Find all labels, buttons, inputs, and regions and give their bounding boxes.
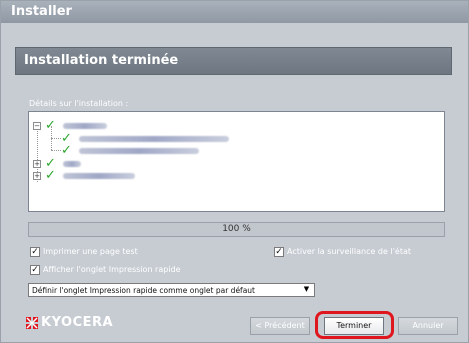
check-icon: ✓	[45, 168, 56, 183]
blurred-item-label	[79, 148, 199, 154]
progress-text: 100 %	[222, 224, 251, 234]
page-title: Installation terminée	[24, 53, 179, 68]
previous-button[interactable]: < Précédent	[250, 317, 310, 335]
chevron-down-icon[interactable]: ▼	[301, 285, 312, 295]
expander-plus-icon[interactable]: +	[33, 172, 41, 180]
installation-details-tree[interactable]: − ✓ ✓ ✓ + ✓ + ✓	[28, 111, 445, 212]
cancel-button[interactable]: Annuler	[398, 317, 458, 335]
kyocera-mark-icon	[26, 317, 38, 329]
installer-window: Installer Installation terminée Détails …	[0, 0, 469, 343]
header-panel: Installation terminée	[15, 47, 452, 75]
title-bar: Installer	[1, 1, 468, 23]
expander-minus-icon[interactable]: −	[33, 122, 41, 130]
check-icon: ✓	[45, 118, 56, 133]
print-test-page-checkbox[interactable]: ✓	[30, 247, 40, 257]
expander-plus-icon[interactable]: +	[33, 160, 41, 168]
activate-monitoring-label: Activer la surveillance de l'état	[287, 247, 411, 256]
blurred-item-label	[63, 161, 81, 167]
check-icon: ✓	[61, 143, 72, 158]
details-label: Détails sur l'installation :	[29, 99, 129, 108]
blurred-item-label	[79, 136, 229, 142]
logo-text: KYOCERA	[41, 315, 114, 330]
window-title: Installer	[11, 4, 72, 19]
activate-monitoring-checkbox[interactable]: ✓	[274, 247, 284, 257]
print-test-page-label: Imprimer une page test	[43, 247, 138, 256]
tree-item[interactable]: + ✓	[33, 156, 233, 171]
tree-item[interactable]: ✓	[59, 131, 299, 146]
tree-item[interactable]: + ✓	[33, 168, 233, 183]
show-quick-print-tab-label: Afficher l'onglet Impression rapide	[43, 265, 181, 274]
blurred-item-label	[63, 123, 107, 129]
finish-button-highlight	[315, 311, 394, 339]
dropdown-selected-value: Définir l'onglet Impression rapide comme…	[32, 286, 255, 295]
tree-item[interactable]: ✓	[59, 143, 299, 158]
default-tab-dropdown[interactable]: Définir l'onglet Impression rapide comme…	[28, 283, 315, 297]
progress-bar: 100 %	[28, 222, 445, 237]
blurred-item-label	[63, 173, 135, 179]
show-quick-print-tab-checkbox[interactable]: ✓	[30, 265, 40, 275]
